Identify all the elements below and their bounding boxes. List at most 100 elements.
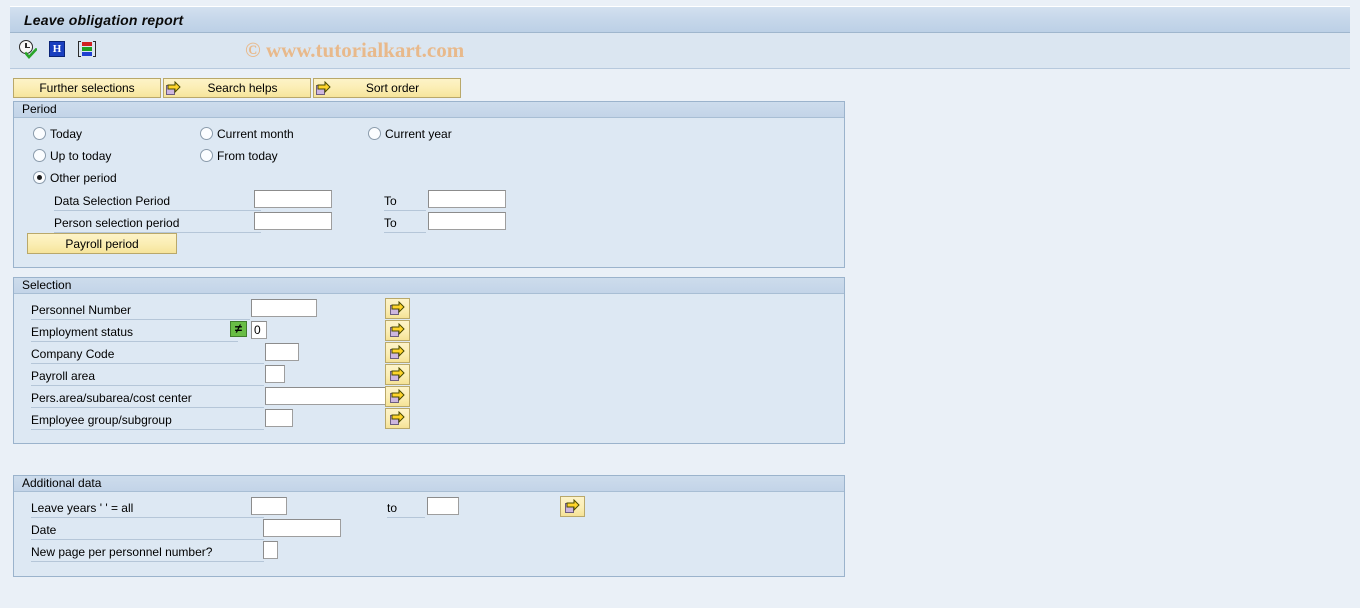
further-selections-button[interactable]: Further selections [13,78,161,98]
radio-today[interactable] [33,127,46,140]
data-selection-period-label: Data Selection Period [54,194,171,208]
arrow-right-icon [390,410,405,426]
company-code-input[interactable] [265,343,299,361]
date-input[interactable] [263,519,341,537]
search-helps-button[interactable]: Search helps [163,78,311,98]
bars-left-bracket [78,41,81,57]
person-selection-period-from-input[interactable] [254,212,332,230]
data-selection-period-to-input[interactable] [428,190,506,208]
bar-green [82,47,92,51]
radio-from-today-label[interactable]: From today [217,149,278,163]
selection-group: Selection Personnel Number Employment st… [13,277,845,444]
arrow-right-icon [390,300,405,316]
green-check-mark [25,48,37,59]
company-code-multiple-selection-button[interactable] [385,342,410,363]
radio-other-period-label[interactable]: Other period [50,171,117,185]
pers-area-subarea-cost-center-input[interactable] [265,387,398,405]
label-rule [384,232,426,233]
payroll-area-multiple-selection-button[interactable] [385,364,410,385]
leave-years-label: Leave years ' ' = all [31,501,134,515]
company-code-label: Company Code [31,347,115,361]
watermark: © www.tutorialkart.com [245,38,465,62]
leave-years-to-label: to [387,501,398,515]
label-rule [31,407,264,408]
radio-current-month[interactable] [200,127,213,140]
label-rule [31,517,264,518]
leave-years-to-input[interactable] [427,497,459,515]
pers-area-subarea-cost-center-multiple-selection-button[interactable] [385,386,410,407]
bar-blue [82,52,92,56]
window-title-bar: Leave obligation report [10,6,1350,33]
additional-data-group: Additional data Leave years ' ' = all to… [13,475,845,577]
employment-status-label: Employment status [31,325,134,339]
employee-group-subgroup-input[interactable] [265,409,293,427]
selection-group-header: Selection [14,278,844,294]
radio-up-to-today-label[interactable]: Up to today [50,149,111,163]
payroll-area-label: Payroll area [31,369,96,383]
radio-other-period[interactable] [33,171,46,184]
not-equal-operator-icon[interactable]: ≠ [230,321,247,337]
label-rule [384,210,426,211]
label-rule [31,561,264,562]
not-equal-symbol: ≠ [234,321,243,336]
personnel-number-label: Personnel Number [31,303,132,317]
label-rule [31,429,264,430]
sort-order-button[interactable]: Sort order [313,78,461,98]
label-rule [31,319,250,320]
label-rule [54,210,261,211]
application-toolbar: H [10,33,1350,69]
radio-current-month-label[interactable]: Current month [217,127,294,141]
leave-years-multiple-selection-button[interactable] [560,496,585,517]
label-rule [31,363,264,364]
person-selection-period-label: Person selection period [54,216,180,230]
person-selection-period-to-input[interactable] [428,212,506,230]
arrow-right-icon [316,80,331,96]
radio-current-year-label[interactable]: Current year [385,127,452,141]
search-helps-label: Search helps [207,81,278,95]
leave-years-from-input[interactable] [251,497,287,515]
new-page-per-personnel-number-label: New page per personnel number? [31,545,213,559]
employment-status-input[interactable] [251,321,267,339]
further-selections-label: Further selections [39,81,135,95]
employment-status-multiple-selection-button[interactable] [385,320,410,341]
data-selection-period-from-input[interactable] [254,190,332,208]
execute-clock-icon[interactable] [18,39,40,61]
payroll-period-label: Payroll period [65,236,139,251]
arrow-right-icon [390,366,405,382]
employee-group-subgroup-multiple-selection-button[interactable] [385,408,410,429]
label-rule [31,385,264,386]
radio-from-today[interactable] [200,149,213,162]
arrow-right-icon [166,80,181,96]
radio-up-to-today[interactable] [33,149,46,162]
color-bars-icon[interactable] [76,39,98,61]
radio-current-year[interactable] [368,127,381,140]
new-page-per-personnel-number-input[interactable] [263,541,278,559]
payroll-period-button[interactable]: Payroll period [27,233,177,254]
label-rule [31,341,238,342]
arrow-right-icon [390,322,405,338]
arrow-right-icon [390,388,405,404]
employee-group-subgroup-label: Employee group/subgroup [31,413,172,427]
bars-right-bracket [93,41,96,57]
date-label: Date [31,523,57,537]
toolbar-icon-group: H [18,39,98,61]
bar-red [82,42,92,46]
selection-button-row: Further selections Search helps Sort ord… [13,78,461,98]
person-selection-period-to-label: To [384,216,397,230]
period-group: Period Today Current month Current year … [13,101,845,268]
personnel-number-input[interactable] [251,299,317,317]
additional-data-group-header: Additional data [14,476,844,492]
payroll-area-input[interactable] [265,365,285,383]
data-selection-period-to-label: To [384,194,397,208]
pers-area-subarea-cost-center-label: Pers.area/subarea/cost center [31,391,192,405]
info-letter: H [52,43,62,55]
arrow-right-icon [390,344,405,360]
radio-today-label[interactable]: Today [50,127,82,141]
personnel-number-multiple-selection-button[interactable] [385,298,410,319]
label-rule [31,539,264,540]
page-title: Leave obligation report [24,11,184,28]
period-group-header: Period [14,102,844,118]
arrow-right-icon [565,498,580,514]
info-icon[interactable]: H [47,39,69,61]
sort-order-label: Sort order [365,81,420,95]
